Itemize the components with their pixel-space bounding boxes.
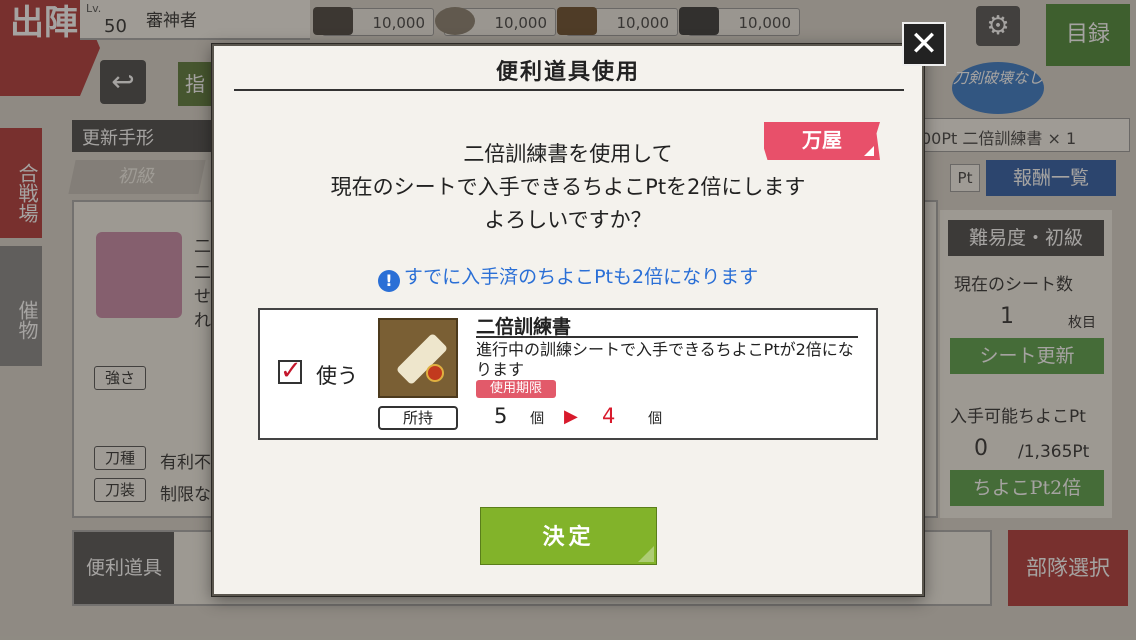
- resource-coolant: 10,000: [557, 7, 678, 36]
- catalog-button[interactable]: 目録: [1046, 4, 1130, 66]
- resource-value: 10,000: [494, 14, 548, 32]
- resource-charcoal: 10,000: [313, 7, 434, 36]
- level-prefix: Lv.: [86, 2, 102, 15]
- obtainable-label: 入手可能ちよこPt: [950, 407, 1086, 427]
- current-sheets-value: 1: [1000, 304, 1014, 329]
- dialog-title: 便利道具使用: [495, 59, 640, 85]
- resource-value: 10,000: [372, 14, 426, 32]
- pt-strip: 00Pt 二倍訓練書 × 1: [912, 118, 1130, 152]
- player-name: 審神者: [146, 11, 197, 31]
- close-icon: ✕: [909, 24, 939, 64]
- resource-value: 10,000: [738, 14, 792, 32]
- quantity-unit: 個: [530, 411, 545, 427]
- resource-value: 10,000: [616, 14, 670, 32]
- owned-tag: 所持: [378, 406, 458, 430]
- item-name: 二倍訓練書: [476, 316, 572, 338]
- obtainable-max: /1,365Pt: [1018, 442, 1090, 462]
- pt-small: Pt: [950, 164, 980, 192]
- confirm-button[interactable]: 決定: [480, 507, 657, 565]
- side-tab-battlefield[interactable]: 合戦場: [0, 128, 42, 238]
- gear-icon: ⚙: [986, 11, 1010, 41]
- resource-whetstone: 10,000: [679, 7, 800, 36]
- partial-text: 二: [194, 263, 211, 283]
- confirm-message-line: 二倍訓練書を使用して: [463, 142, 673, 166]
- no-break-badge: 刀剣破壊なし: [952, 62, 1044, 114]
- partial-text: 二: [194, 237, 211, 257]
- charcoal-icon: [313, 7, 353, 35]
- side-tab-event[interactable]: 催物: [0, 246, 42, 366]
- current-sheets-label: 現在のシート数: [954, 275, 1073, 295]
- stat-tag-equipment: 刀装: [94, 478, 146, 502]
- obtainable-value: 0: [974, 436, 988, 461]
- title-divider: [234, 89, 904, 91]
- resource-steel: 10,000: [435, 7, 556, 36]
- tab-partial[interactable]: 指: [178, 62, 212, 106]
- training-scroll-icon: [378, 318, 458, 398]
- stat-text: 有利不: [160, 453, 211, 473]
- double-pt-button[interactable]: ちよこPt2倍: [950, 470, 1104, 506]
- tool-label: 便利道具: [74, 532, 174, 604]
- item-name-divider: [476, 336, 858, 338]
- info-icon: !: [377, 270, 400, 292]
- whetstone-icon: [679, 7, 719, 35]
- quantity-after: 4 個: [602, 404, 662, 428]
- update-pass-label: 更新手形: [72, 120, 212, 152]
- reward-list-button[interactable]: 報酬一覧: [986, 160, 1116, 196]
- confirm-message-line: 現在のシートで入手できるちよこPtを2倍にします: [330, 175, 806, 199]
- difficulty-tab[interactable]: 初級: [68, 160, 206, 194]
- use-label: 使う: [316, 364, 358, 388]
- arrow-right-icon: ▶: [564, 406, 578, 427]
- quantity-after-value: 4: [602, 404, 616, 428]
- close-button[interactable]: ✕: [902, 22, 946, 66]
- quantity-before: 5 個: [494, 404, 544, 428]
- back-button[interactable]: ↩: [100, 60, 146, 104]
- stat-tag-strength: 強さ: [94, 366, 146, 390]
- back-arrow-icon: ↩: [111, 65, 135, 98]
- sheet-update-button[interactable]: シート更新: [950, 338, 1104, 374]
- stat-tag-sword-type: 刀種: [94, 446, 146, 470]
- item-description: 進行中の訓練シートで入手できるちよこPtが2倍になります: [476, 340, 854, 379]
- stat-text: 制限な: [160, 485, 211, 505]
- quantity-before-value: 5: [494, 404, 508, 428]
- player-level: 50: [104, 16, 127, 37]
- checkmark-icon: ✓: [280, 356, 302, 386]
- heart-icon: [96, 232, 182, 318]
- steel-icon: [435, 7, 475, 35]
- squad-select-button[interactable]: 部隊選択: [1008, 530, 1128, 606]
- coolant-icon: [557, 7, 597, 35]
- settings-gear-button[interactable]: ⚙: [976, 6, 1020, 46]
- confirm-message-line: よろしいですか？: [484, 208, 652, 232]
- quantity-unit: 個: [648, 411, 663, 427]
- partial-text: せ: [194, 287, 211, 307]
- sheets-unit: 枚目: [1068, 315, 1096, 331]
- notice-text: すでに入手済のちよこPtも2倍になります: [403, 266, 759, 288]
- partial-text: れ: [194, 311, 211, 331]
- use-checkbox[interactable]: ✓: [278, 358, 302, 384]
- scroll-seal: [426, 364, 444, 382]
- expiry-badge: 使用期限: [476, 380, 556, 398]
- notice-text-row: ! すでに入手済のちよこPtも2倍になります: [212, 262, 924, 292]
- difficulty-badge: 難易度・初級: [948, 220, 1104, 256]
